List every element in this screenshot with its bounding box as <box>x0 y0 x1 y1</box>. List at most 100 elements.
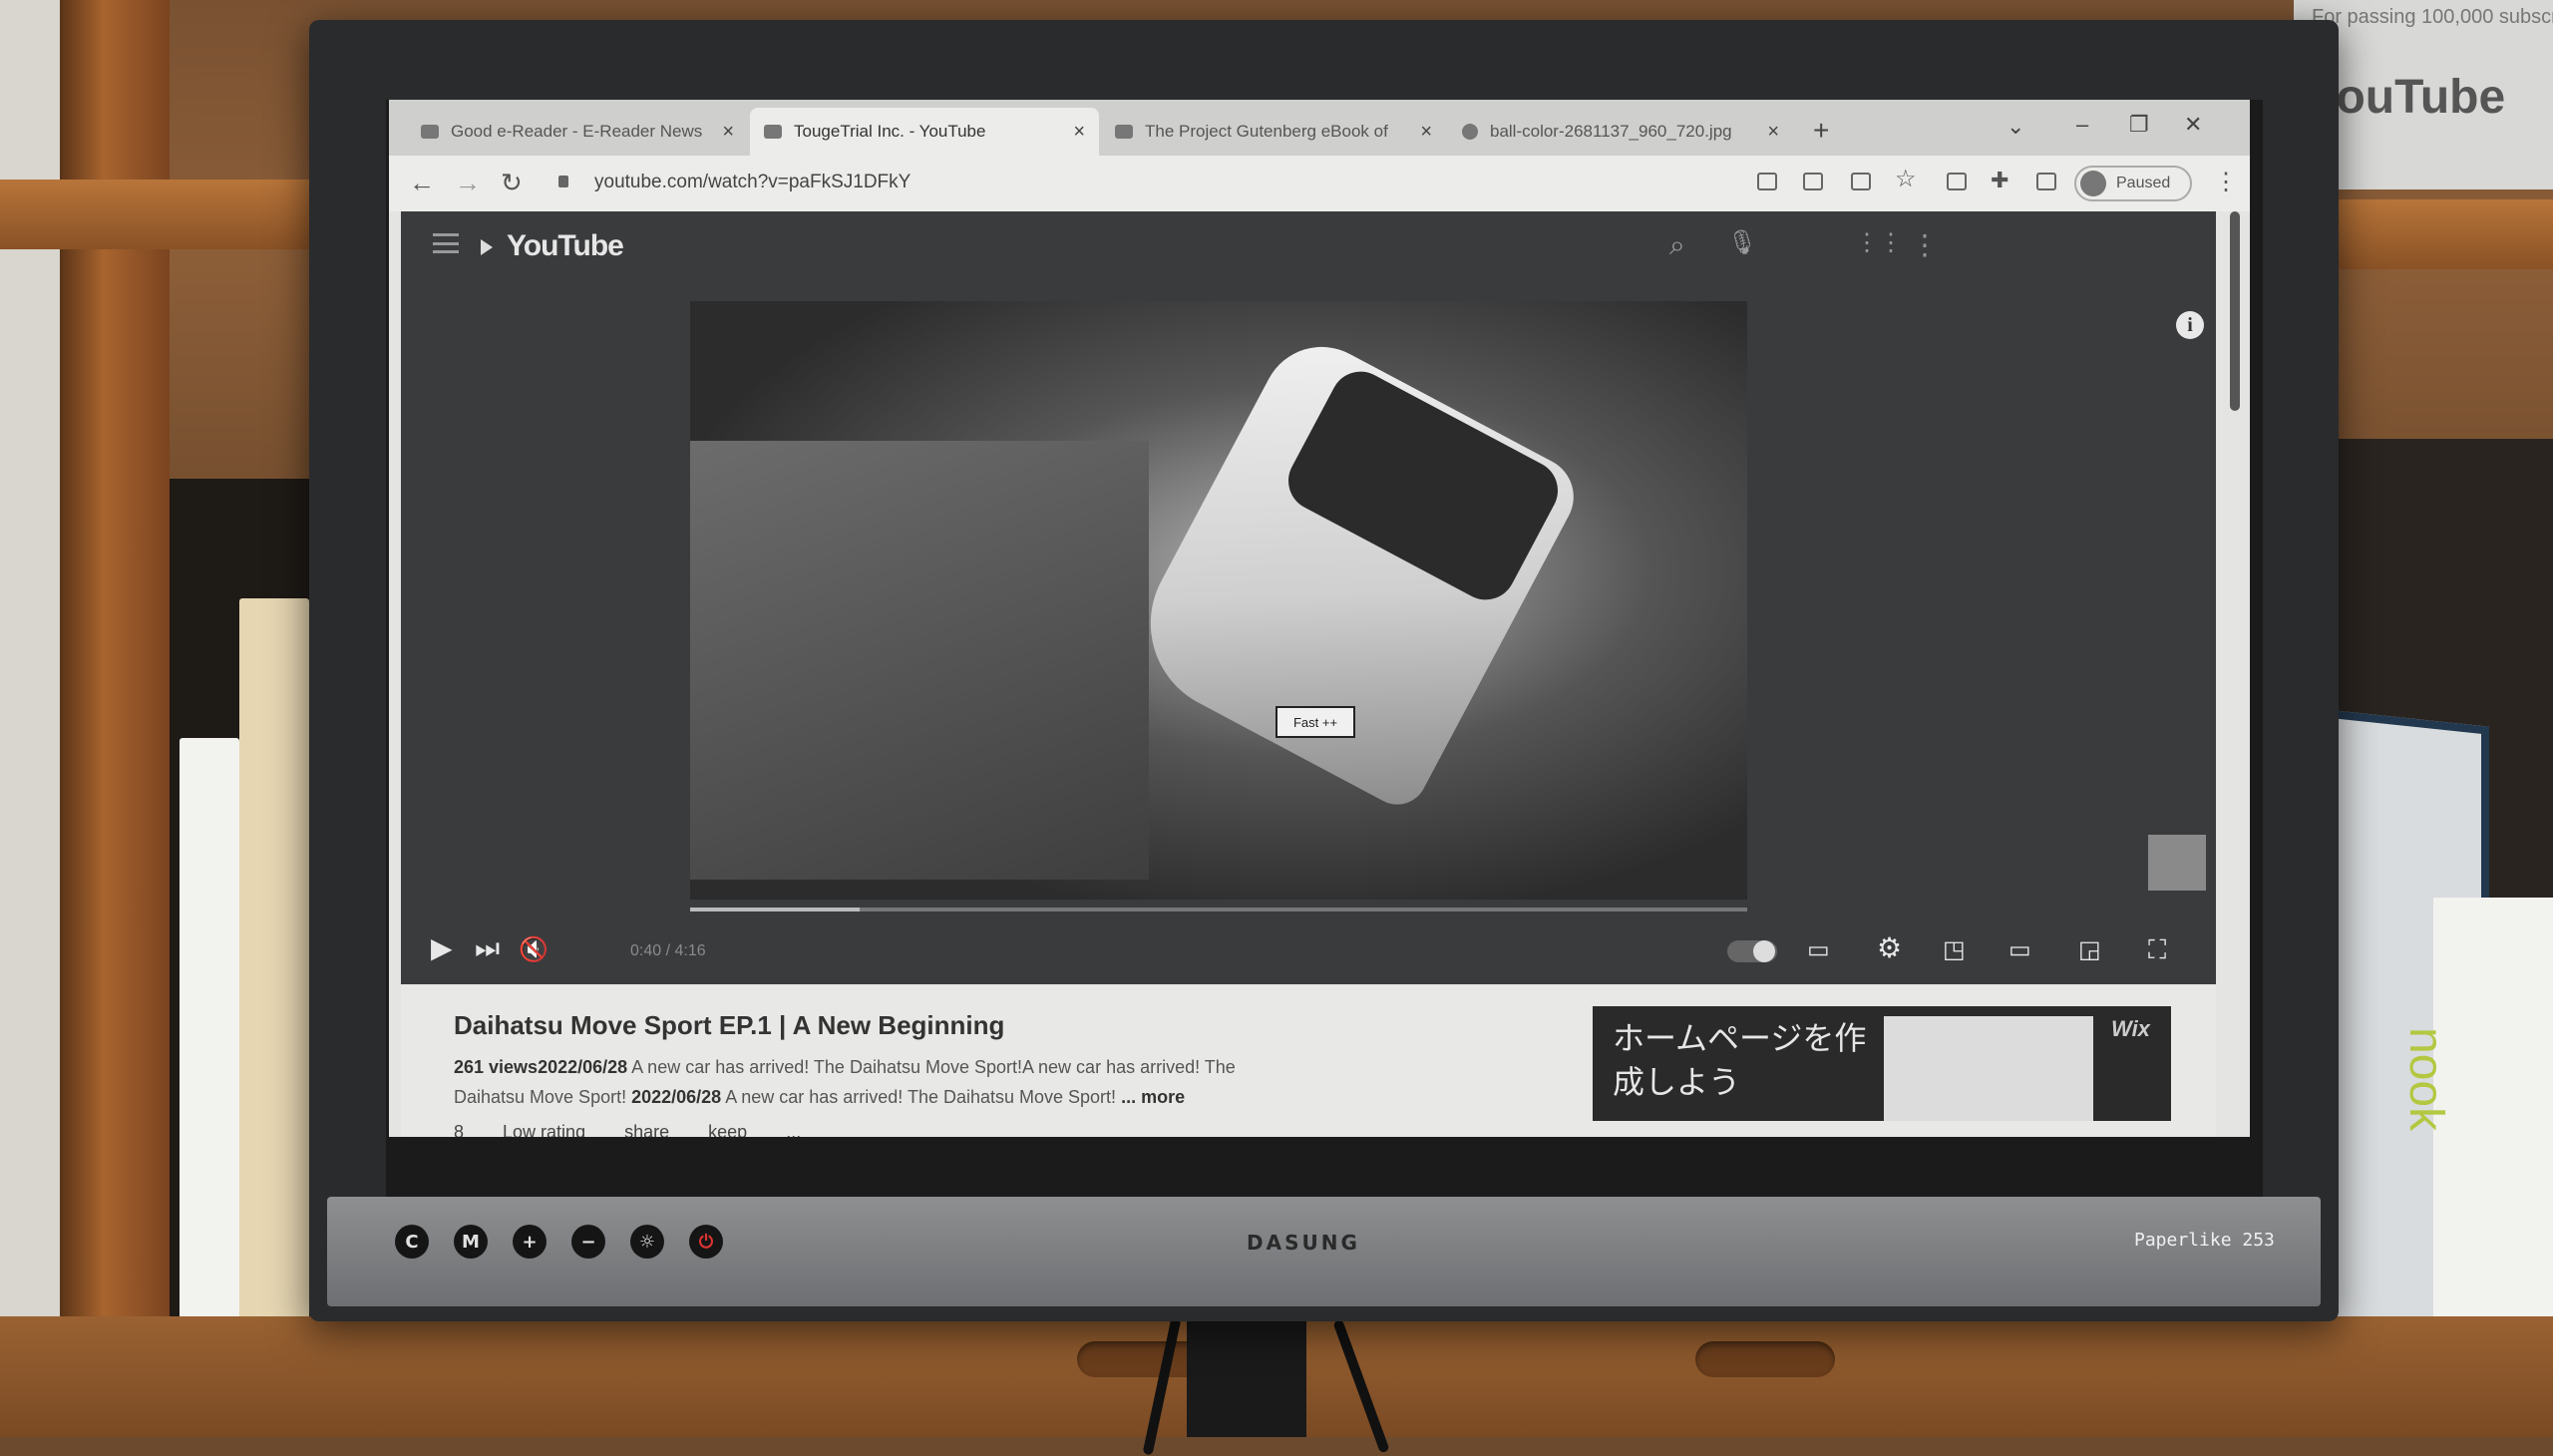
tab-title: TougeTrial Inc. - YouTube <box>794 122 986 141</box>
book <box>180 738 239 1336</box>
description-text: Daihatsu Move Sport! <box>454 1087 632 1107</box>
microphone-icon[interactable]: 🎙 <box>1727 231 1757 255</box>
side-panel-icon[interactable] <box>2036 173 2056 190</box>
tab-title: Good e-Reader - E-Reader News <box>451 122 703 141</box>
youtube-logo[interactable]: YouTube <box>507 229 624 263</box>
ad-text: ホームページを作成しよう <box>1613 1019 1867 1101</box>
page-icon <box>1115 125 1133 139</box>
monitor-power-button[interactable]: ⏻ <box>689 1225 723 1259</box>
like-button[interactable]: 8 <box>454 1122 464 1137</box>
close-icon[interactable]: × <box>1767 121 1779 144</box>
shelf-board <box>2324 199 2553 269</box>
close-icon[interactable]: × <box>722 121 734 144</box>
next-icon[interactable]: ⏭ <box>475 934 500 962</box>
profile-status: Paused <box>2116 175 2171 191</box>
description-date: 2022/06/28 <box>631 1087 722 1107</box>
browser-menu-icon[interactable]: ⋮ <box>2214 168 2238 196</box>
tab-project-gutenberg[interactable]: The Project Gutenberg eBook of × <box>1101 108 1446 156</box>
globe-icon <box>1462 124 1478 140</box>
monitor-c-button[interactable]: C <box>395 1225 429 1259</box>
search-icon[interactable]: ⌕ <box>1669 231 1685 259</box>
video-road <box>690 441 1149 880</box>
screen: Good e-Reader - E-Reader News × TougeTri… <box>389 100 2250 1137</box>
close-icon[interactable]: × <box>1420 121 1432 144</box>
monitor-model: Paperlike 253 <box>2134 1230 2275 1251</box>
theater-mode-icon[interactable]: ▭ <box>2008 938 2031 962</box>
youtube-icon <box>764 125 782 139</box>
back-icon[interactable]: ← <box>409 170 435 195</box>
reload-icon[interactable]: ↻ <box>501 170 523 195</box>
minimize-icon[interactable]: – <box>2076 114 2088 136</box>
tab-tougetrial-youtube[interactable]: TougeTrial Inc. - YouTube × <box>750 108 1099 156</box>
fullscreen-icon[interactable]: ⛶ <box>2148 936 2166 962</box>
settings-gear-icon[interactable]: ⚙ <box>1877 934 1902 962</box>
scrollbar[interactable] <box>2230 211 2240 411</box>
description-text: A new car has arrived! The Daihatsu Move… <box>627 1057 1236 1077</box>
video-player[interactable]: YouTube ⌕ 🎙 ⋮⋮ ⋮ i Fast ++ ▶ ⏭ 🔇 0:40 / … <box>401 211 2216 984</box>
bookmark-star-icon[interactable]: ☆ <box>1895 168 1917 191</box>
miniplayer-icon[interactable]: ◳ <box>1943 938 1966 962</box>
settings-menu-icon[interactable]: ⋮ <box>1911 231 1939 259</box>
ad-image <box>1884 1016 2093 1121</box>
shelf-board <box>0 180 329 249</box>
menu-icon[interactable] <box>433 233 459 253</box>
tab-good-ereader[interactable]: Good e-Reader - E-Reader News × <box>407 108 748 156</box>
more-actions-button[interactable]: ... <box>786 1122 801 1137</box>
save-button[interactable]: keep <box>708 1122 747 1137</box>
video-description[interactable]: 261 views2022/06/28 A new car has arrive… <box>454 1052 1371 1112</box>
video-info: Daihatsu Move Sport EP.1 | A New Beginni… <box>401 984 2216 1137</box>
apps-grid-icon[interactable]: ⋮⋮ <box>1855 231 1903 255</box>
description-text: A new car has arrived! The Daihatsu Move… <box>721 1087 1122 1107</box>
ad-banner[interactable]: ホームページを作成しよう Wix <box>1593 1006 2171 1121</box>
player-controls: ▶ ⏭ 🔇 0:40 / 4:16 ▭ ⚙ ◳ ▭ ◲ ⛶ <box>401 924 2216 980</box>
restore-icon[interactable]: ❐ <box>2129 114 2149 136</box>
monitor-plus-button[interactable]: + <box>513 1225 547 1259</box>
nook-box: nook <box>2399 898 2553 1336</box>
monitor-stand <box>1187 1306 1306 1437</box>
dislike-button[interactable]: Low rating <box>503 1122 585 1137</box>
install-icon[interactable] <box>1757 173 1777 190</box>
monitor-minus-button[interactable]: − <box>571 1225 605 1259</box>
progress-fill <box>690 908 860 911</box>
video-frame[interactable] <box>690 301 1747 900</box>
book <box>239 598 309 1336</box>
tab-search-chevron-icon[interactable]: ⌄ <box>2006 116 2024 138</box>
puzzle-extensions-icon[interactable]: ✚ <box>1991 170 2008 191</box>
youtube-play-icon <box>481 239 493 255</box>
autoplay-toggle[interactable] <box>1727 940 1777 962</box>
share-icon[interactable] <box>1851 173 1871 190</box>
close-icon[interactable]: × <box>1073 121 1085 144</box>
ad-brand: Wix <box>2111 1016 2150 1041</box>
view-count-date: 261 views2022/06/28 <box>454 1057 628 1077</box>
caption-overlay: Fast ++ <box>1276 706 1355 738</box>
subtitles-icon[interactable]: ▭ <box>1807 938 1830 962</box>
tab-ball-color-image[interactable]: ball-color-2681137_960_720.jpg × <box>1448 108 1793 156</box>
page-icon <box>421 125 439 139</box>
mute-icon[interactable]: 🔇 <box>519 938 548 962</box>
extension-icon[interactable] <box>1947 173 1967 190</box>
url-field[interactable]: youtube.com/watch?v=paFkSJ1DFkY <box>594 172 911 193</box>
channel-watermark[interactable] <box>2148 835 2206 891</box>
cast-icon[interactable]: ◲ <box>2078 938 2101 962</box>
profile-button[interactable]: Paused <box>2074 166 2192 201</box>
progress-bar[interactable] <box>690 908 1747 911</box>
translate-icon[interactable] <box>1803 173 1823 190</box>
tab-title: The Project Gutenberg eBook of <box>1145 122 1388 141</box>
monitor-m-button[interactable]: M <box>454 1225 488 1259</box>
video-actions: 8 Low rating share keep ... <box>454 1122 835 1137</box>
play-icon[interactable]: ▶ <box>431 934 453 962</box>
more-link[interactable]: ... more <box>1121 1087 1185 1107</box>
nook-box-text: nook <box>2399 1027 2452 1132</box>
close-window-icon[interactable]: ✕ <box>2184 114 2202 136</box>
monitor-light-button[interactable]: ☼ <box>630 1225 664 1259</box>
tab-title: ball-color-2681137_960_720.jpg <box>1490 122 1732 141</box>
share-button[interactable]: share <box>624 1122 669 1137</box>
address-bar: ← → ↻ youtube.com/watch?v=paFkSJ1DFkY ☆ … <box>389 156 2250 211</box>
forward-icon[interactable]: → <box>455 170 481 195</box>
time-display: 0:40 / 4:16 <box>630 942 706 959</box>
monitor-brand: DASUNG <box>1247 1231 1360 1255</box>
poster-text: For passing 100,000 subscr <box>2312 6 2553 28</box>
new-tab-button[interactable]: + <box>1813 117 1829 145</box>
info-icon[interactable]: i <box>2176 311 2204 339</box>
youtube-header: YouTube ⌕ 🎙 ⋮⋮ ⋮ <box>401 211 2216 281</box>
